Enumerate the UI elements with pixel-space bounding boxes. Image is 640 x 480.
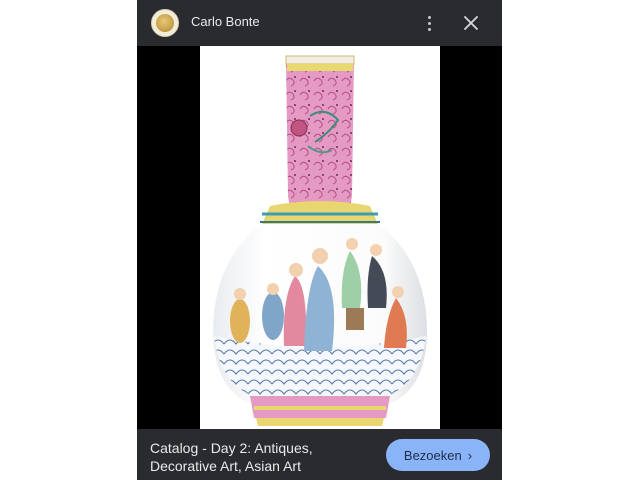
vase-image[interactable]	[200, 46, 440, 429]
chevron-right-icon: ›	[467, 447, 473, 463]
close-icon[interactable]	[460, 12, 482, 34]
site-avatar[interactable]	[151, 9, 179, 37]
image-viewer-panel: Carlo Bonte Catalog - Day 2: Antiques, D…	[137, 0, 502, 480]
site-name[interactable]: Carlo Bonte	[191, 14, 260, 29]
image-caption[interactable]: Catalog - Day 2: Antiques, Decorative Ar…	[150, 439, 370, 475]
visit-button[interactable]: Bezoeken ›	[386, 439, 490, 471]
visit-button-label: Bezoeken	[403, 447, 462, 463]
auction-house-logo-icon	[156, 14, 174, 32]
vase-illustration	[212, 55, 428, 426]
more-vert-icon[interactable]	[421, 12, 437, 34]
viewer-footer: Catalog - Day 2: Antiques, Decorative Ar…	[137, 429, 502, 480]
viewer-header: Carlo Bonte	[137, 0, 502, 46]
